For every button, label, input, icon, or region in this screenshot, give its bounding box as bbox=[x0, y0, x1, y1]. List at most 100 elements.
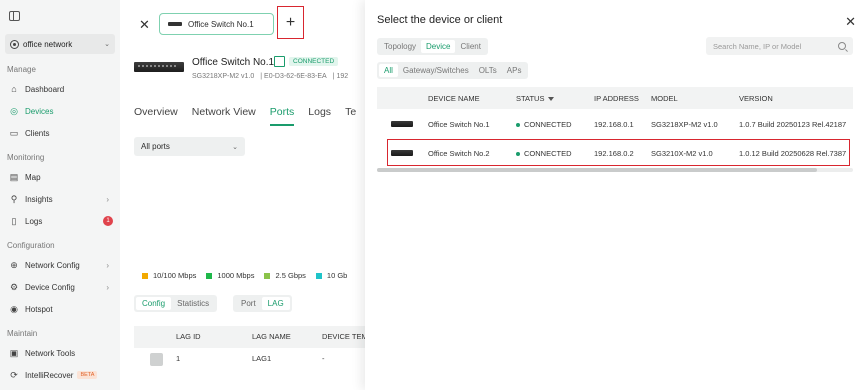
add-tab-button[interactable]: + bbox=[277, 6, 304, 39]
tab-topology[interactable]: Topology bbox=[379, 40, 421, 53]
filter-icon[interactable] bbox=[548, 97, 555, 102]
legend-swatch bbox=[264, 272, 271, 279]
clients-icon: ▭ bbox=[9, 127, 19, 138]
sidebar-item-devices[interactable]: ◎ Devices bbox=[0, 102, 120, 120]
col-device-name: DEVICE NAME bbox=[428, 94, 480, 103]
tools-icon: ▣ bbox=[9, 347, 19, 358]
row-checkbox[interactable] bbox=[150, 353, 163, 366]
sidebar-item-map[interactable]: ▤ Map bbox=[0, 168, 120, 186]
section-maintain: Maintain bbox=[7, 329, 38, 338]
logs-icon: ▯ bbox=[11, 215, 17, 226]
tab-all[interactable]: All bbox=[379, 64, 398, 77]
gear-icon: ⚙ bbox=[9, 281, 19, 292]
close-icon[interactable]: ✕ bbox=[845, 14, 856, 30]
sidebar-item-network-tools[interactable]: ▣ Network Tools bbox=[0, 344, 120, 362]
col-ip-address: IP ADDRESS bbox=[594, 94, 639, 103]
device-ip: 192 bbox=[336, 73, 349, 80]
tab-logs[interactable]: Logs bbox=[308, 106, 331, 126]
tab-truncated[interactable]: Te bbox=[345, 106, 356, 126]
tab-olts[interactable]: OLTs bbox=[474, 64, 502, 77]
beta-badge: BETA bbox=[77, 371, 98, 379]
device-image bbox=[134, 62, 184, 72]
port-lag-toggle: Port LAG bbox=[233, 295, 292, 312]
sidebar-item-intellirecover[interactable]: ⟳ IntelliRecover BETA bbox=[0, 366, 120, 384]
type-tabs: Topology Device Client bbox=[377, 38, 488, 55]
legend-item: 1000 Mbps bbox=[206, 271, 254, 280]
select-device-dialog: Select the device or client ✕ Topology D… bbox=[365, 0, 865, 390]
device-tab[interactable]: Office Switch No.1 bbox=[159, 13, 274, 35]
sidebar-item-clients[interactable]: ▭ Clients bbox=[0, 124, 120, 142]
scrollbar-thumb[interactable] bbox=[377, 168, 817, 172]
col-device-template: DEVICE TEM bbox=[322, 332, 368, 341]
sidebar-item-dashboard[interactable]: ⌂ Dashboard bbox=[0, 80, 120, 98]
chevron-down-icon: ⌄ bbox=[232, 143, 238, 151]
speed-legend: 10/100 Mbps 1000 Mbps 2.5 Gbps 10 Gb bbox=[142, 271, 357, 280]
config-stats-toggle: Config Statistics bbox=[134, 295, 218, 312]
col-model: MODEL bbox=[651, 94, 678, 103]
chevron-right-icon: › bbox=[106, 194, 109, 204]
section-manage: Manage bbox=[7, 65, 36, 74]
legend-swatch bbox=[206, 272, 213, 279]
search-icon bbox=[838, 42, 846, 50]
col-version: VERSION bbox=[739, 94, 773, 103]
legend-swatch bbox=[315, 272, 322, 279]
device-mac: E0-D3-62-6E-83-EA bbox=[264, 73, 327, 80]
switch-icon bbox=[168, 22, 182, 26]
tab-aps[interactable]: APs bbox=[502, 64, 527, 77]
selection-highlight bbox=[387, 139, 850, 166]
section-monitoring: Monitoring bbox=[7, 153, 45, 162]
table-row[interactable]: 1 LAG1 - bbox=[134, 348, 365, 372]
device-name: Office Switch No.1 bbox=[192, 57, 275, 68]
tab-ports[interactable]: Ports bbox=[269, 106, 295, 126]
tab-config[interactable]: Config bbox=[136, 297, 172, 310]
tab-gateway-switches[interactable]: Gateway/Switches bbox=[398, 64, 474, 77]
sidebar-toggle-icon[interactable] bbox=[9, 11, 20, 21]
edit-icon[interactable] bbox=[274, 56, 285, 67]
chevron-down-icon: ⌄ bbox=[104, 41, 110, 48]
col-lag-name: LAG NAME bbox=[252, 332, 291, 341]
dialog-title: Select the device or client bbox=[377, 14, 503, 26]
filter-tabs: All Gateway/Switches OLTs APs bbox=[377, 62, 529, 79]
switch-icon bbox=[391, 121, 413, 127]
col-status[interactable]: STATUS bbox=[516, 94, 555, 103]
legend-swatch bbox=[142, 272, 148, 279]
table-row[interactable]: Office Switch No.1 CONNECTED 192.168.0.1… bbox=[377, 110, 853, 138]
site-selector[interactable]: office network ⌄ bbox=[5, 34, 115, 54]
recover-icon: ⟳ bbox=[10, 369, 18, 380]
tab-overview[interactable]: Overview bbox=[134, 106, 178, 126]
sidebar-item-logs[interactable]: ▯ Logs 1 bbox=[0, 212, 120, 230]
sidebar-item-device-config[interactable]: ⚙ Device Config › bbox=[0, 278, 120, 296]
globe-icon: ⊕ bbox=[10, 259, 18, 270]
tab-port[interactable]: Port bbox=[235, 297, 262, 310]
sidebar-item-hotspot[interactable]: ◉ Hotspot bbox=[0, 300, 120, 318]
legend-item: 10 Gb bbox=[315, 271, 347, 280]
device-model: SG3218XP-M2 v1.0 bbox=[192, 73, 255, 80]
lag-table-header: LAG ID LAG NAME DEVICE TEM bbox=[134, 326, 368, 348]
legend-item: 2.5 Gbps bbox=[264, 271, 306, 280]
tab-statistics[interactable]: Statistics bbox=[171, 297, 215, 310]
ports-filter-select[interactable]: All ports ⌄ bbox=[134, 137, 245, 156]
hotspot-icon: ◉ bbox=[10, 303, 18, 314]
devices-icon: ◎ bbox=[10, 105, 18, 116]
close-icon[interactable]: ✕ bbox=[139, 17, 150, 33]
col-lag-id: LAG ID bbox=[176, 332, 201, 341]
logs-count-badge: 1 bbox=[103, 216, 113, 226]
tab-network-view[interactable]: Network View bbox=[192, 106, 256, 126]
chevron-right-icon: › bbox=[106, 282, 109, 292]
map-icon: ▤ bbox=[9, 171, 19, 182]
insights-icon: ⚲ bbox=[10, 193, 18, 204]
search-input[interactable]: Search Name, IP or Model bbox=[706, 37, 853, 55]
section-configuration: Configuration bbox=[7, 241, 55, 250]
device-tabs: Overview Network View Ports Logs Te bbox=[134, 106, 370, 126]
sidebar-item-insights[interactable]: ⚲ Insights › bbox=[0, 190, 120, 208]
chevron-right-icon: › bbox=[106, 260, 109, 270]
location-pin-icon bbox=[10, 39, 19, 49]
tab-client[interactable]: Client bbox=[455, 40, 485, 53]
tab-lag[interactable]: LAG bbox=[261, 297, 290, 310]
status-dot bbox=[516, 123, 520, 128]
dashboard-icon: ⌂ bbox=[11, 84, 17, 94]
sidebar-item-network-config[interactable]: ⊕ Network Config › bbox=[0, 256, 120, 274]
legend-item: 10/100 Mbps bbox=[142, 271, 196, 280]
tab-device[interactable]: Device bbox=[421, 40, 456, 53]
device-meta: SG3218XP-M2 v1.0 | E0-D3-62-6E-83-EA | 192 bbox=[192, 73, 349, 80]
